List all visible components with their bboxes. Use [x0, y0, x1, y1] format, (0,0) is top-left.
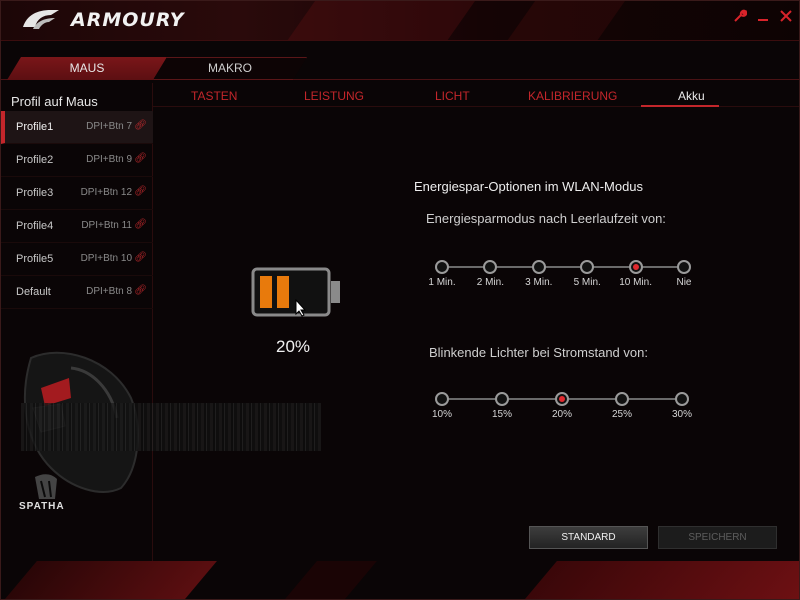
tab-maus[interactable]: MAUS — [7, 57, 167, 80]
idle-option-knob[interactable] — [483, 260, 498, 274]
profile-binding: DPI+Btn 8 — [86, 286, 132, 297]
settings-subtabs: TASTEN LEISTUNG LICHT KALIBRIERUNG Akku — [153, 83, 799, 107]
idle-timeout-label: Energiesparmodus nach Leerlaufzeit von: — [426, 211, 666, 226]
blink-option-label: 20% — [551, 409, 572, 420]
app-title: ARMOURY — [71, 9, 185, 31]
mouse-cursor-icon — [295, 299, 307, 317]
battery-charge-bar — [277, 276, 289, 308]
profile-item-1[interactable]: Profile1 DPI+Btn 7 🔗︎ — [1, 111, 153, 144]
profile-name: Profile3 — [16, 187, 54, 199]
footer-decoration — [1, 561, 799, 599]
profile-sidebar: Profil auf Maus Profile1 DPI+Btn 7 🔗︎ Pr… — [1, 83, 321, 599]
profile-binding: DPI+Btn 10 — [80, 253, 132, 264]
standard-button[interactable]: STANDARD — [529, 526, 648, 549]
save-button[interactable]: SPEICHERN — [658, 526, 777, 549]
tab-akku[interactable]: Akku — [678, 89, 705, 103]
device-name: SPATHA — [19, 501, 65, 512]
link-icon: 🔗︎ — [134, 186, 147, 197]
header-decoration — [506, 1, 626, 41]
power-options-heading: Energiespar-Optionen im WLAN-Modus — [414, 179, 644, 194]
profile-item-3[interactable]: Profile3 DPI+Btn 12 🔗︎ — [1, 177, 153, 210]
idle-option-knob[interactable] — [677, 260, 691, 274]
idle-option-knob[interactable] — [628, 260, 643, 274]
header-decoration — [286, 1, 476, 41]
profile-name: Profile4 — [16, 220, 54, 232]
profile-name: Default — [16, 286, 51, 298]
profile-list: Profile1 DPI+Btn 7 🔗︎ Profile2 DPI+Btn 9… — [1, 111, 153, 309]
blink-option-knob[interactable] — [615, 392, 629, 406]
tab-kalibrierung[interactable]: KALIBRIERUNG — [528, 89, 617, 103]
armoury-window: ARMOURY MAUS MAKRO Profil auf Maus Profi… — [0, 0, 800, 600]
wrench-icon[interactable] — [731, 9, 749, 27]
profile-name: Profile2 — [16, 154, 54, 166]
profile-item-2[interactable]: Profile2 DPI+Btn 9 🔗︎ — [1, 144, 153, 177]
blink-threshold-slider[interactable]: 10% 15% 20% 25% 30% — [432, 392, 692, 432]
close-icon[interactable] — [777, 9, 795, 27]
blink-option-knob[interactable] — [555, 392, 569, 406]
rog-logo-icon — [23, 10, 59, 29]
link-icon: 🔗︎ — [134, 120, 147, 131]
profile-binding: DPI+Btn 12 — [80, 187, 132, 198]
active-tab-underline — [641, 105, 719, 107]
profile-binding: DPI+Btn 9 — [86, 154, 132, 165]
idle-option-label: 2 Min. — [476, 277, 504, 288]
link-icon: 🔗︎ — [134, 285, 147, 296]
idle-timeout-slider[interactable]: 1 Min. 2 Min. 3 Min. 5 Min. 10 Min. Nie — [428, 260, 692, 300]
profile-item-default[interactable]: Default DPI+Btn 8 🔗︎ — [1, 276, 153, 309]
blink-option-label: 10% — [431, 409, 452, 420]
idle-option-knob[interactable] — [531, 260, 546, 274]
profile-binding: DPI+Btn 7 — [86, 121, 132, 132]
blink-option-knob[interactable] — [435, 392, 449, 406]
blink-option-knob[interactable] — [495, 392, 509, 406]
battery-charge-bar — [260, 276, 272, 308]
blink-threshold-label: Blinkende Lichter bei Stromstand von: — [429, 345, 648, 360]
tab-leistung[interactable]: LEISTUNG — [304, 89, 364, 103]
battery-percent: 20% — [275, 337, 311, 356]
tab-licht[interactable]: LICHT — [435, 89, 470, 103]
link-icon: 🔗︎ — [134, 219, 147, 230]
sidebar-title: Profil auf Maus — [11, 94, 98, 109]
blink-option-knob[interactable] — [675, 392, 689, 406]
profile-name: Profile1 — [16, 121, 54, 133]
link-icon: 🔗︎ — [134, 252, 147, 263]
title-bar: ARMOURY — [1, 1, 799, 41]
footer-stripe — [5, 561, 217, 599]
blink-option-label: 25% — [611, 409, 632, 420]
idle-option-label: Nie — [676, 277, 692, 288]
idle-option-label: 10 Min. — [619, 277, 652, 288]
tab-tasten[interactable]: TASTEN — [191, 89, 237, 103]
link-icon: 🔗︎ — [134, 153, 147, 164]
profile-binding: DPI+Btn 11 — [81, 220, 132, 231]
blink-option-label: 15% — [491, 409, 512, 420]
profile-item-4[interactable]: Profile4 DPI+Btn 11 🔗︎ — [1, 210, 153, 243]
slider-track — [442, 266, 684, 268]
idle-option-label: 3 Min. — [525, 277, 553, 288]
idle-option-knob[interactable] — [435, 260, 449, 274]
idle-option-knob[interactable] — [580, 260, 595, 274]
tab-makro[interactable]: MAKRO — [153, 57, 307, 80]
blink-option-label: 30% — [671, 409, 692, 420]
minimize-icon[interactable] — [754, 9, 772, 27]
background-noise-decoration — [21, 403, 321, 451]
idle-option-label: 5 Min. — [573, 277, 601, 288]
profile-name: Profile5 — [16, 253, 54, 265]
profile-item-5[interactable]: Profile5 DPI+Btn 10 🔗︎ — [1, 243, 153, 276]
spatha-logo-icon — [35, 474, 57, 499]
footer-stripe — [285, 561, 377, 599]
footer-stripe — [525, 561, 799, 599]
idle-option-label: 1 Min. — [428, 277, 456, 288]
